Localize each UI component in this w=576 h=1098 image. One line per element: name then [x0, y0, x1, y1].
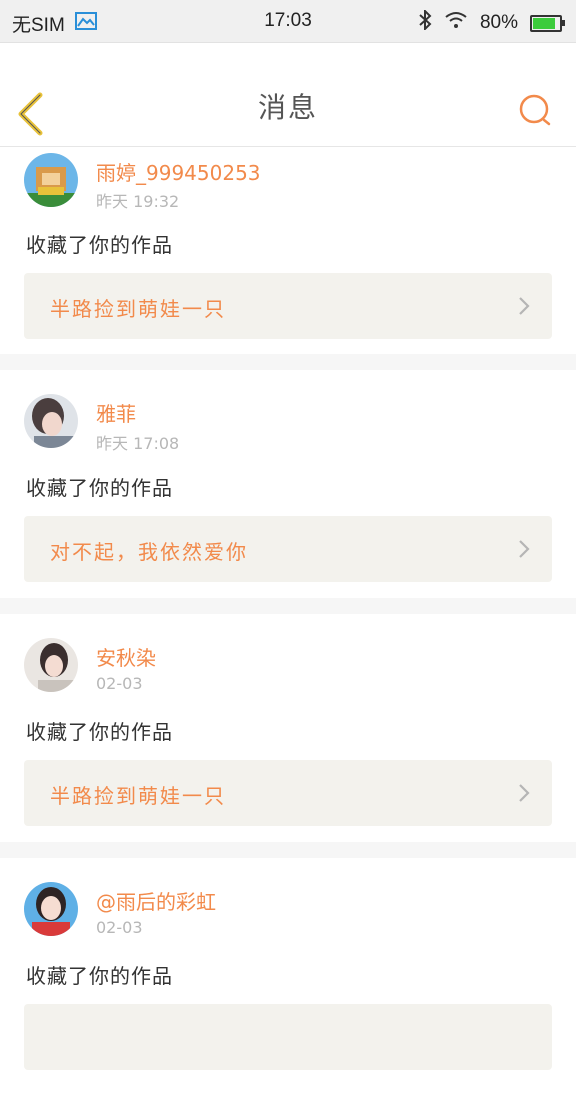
- timestamp: 昨天 17:08: [96, 434, 180, 453]
- message-card: 安秋染 02-03 收藏了你的作品 半路捡到萌娃一只: [0, 614, 576, 842]
- username[interactable]: @雨后的彩虹: [96, 886, 216, 915]
- work-link[interactable]: 对不起，我依然爱你: [24, 516, 552, 582]
- search-button[interactable]: [518, 93, 554, 129]
- battery-icon: [530, 14, 565, 32]
- work-link[interactable]: 半路捡到萌娃一只: [24, 273, 552, 339]
- bluetooth-icon: [418, 8, 432, 36]
- chevron-right-icon: [519, 297, 530, 315]
- work-title: 半路捡到萌娃一只: [50, 297, 226, 321]
- search-icon: [519, 94, 551, 126]
- action-text: 收藏了你的作品: [26, 720, 173, 744]
- timestamp: 昨天 19:32: [96, 192, 180, 211]
- avatar[interactable]: [24, 394, 78, 448]
- work-title: 半路捡到萌娃一只: [50, 784, 226, 808]
- wifi-icon: [444, 11, 468, 35]
- message-card: 雨婷_999450253 昨天 19:32 收藏了你的作品 半路捡到萌娃一只: [0, 147, 576, 354]
- timestamp: 02-03: [96, 674, 143, 693]
- avatar[interactable]: [24, 638, 78, 692]
- battery-percent: 80%: [479, 12, 518, 33]
- action-text: 收藏了你的作品: [26, 964, 173, 988]
- action-text: 收藏了你的作品: [26, 476, 173, 500]
- avatar[interactable]: [24, 882, 78, 936]
- chevron-right-icon: [519, 540, 530, 558]
- username[interactable]: 安秋染: [96, 642, 156, 671]
- nav-header: 消息: [0, 43, 576, 147]
- message-card: @雨后的彩虹 02-03 收藏了你的作品: [0, 858, 576, 1098]
- message-list: 雨婷_999450253 昨天 19:32 收藏了你的作品 半路捡到萌娃一只 雅…: [0, 147, 576, 1098]
- username[interactable]: 雨婷_999450253: [96, 157, 261, 186]
- action-text: 收藏了你的作品: [26, 233, 173, 257]
- username[interactable]: 雅菲: [96, 398, 136, 427]
- timestamp: 02-03: [96, 918, 143, 937]
- work-link[interactable]: 半路捡到萌娃一只: [24, 760, 552, 826]
- work-link[interactable]: [24, 1004, 552, 1070]
- page-title: 消息: [257, 91, 318, 124]
- message-card: 雅菲 昨天 17:08 收藏了你的作品 对不起，我依然爱你: [0, 370, 576, 598]
- chevron-right-icon: [519, 784, 530, 802]
- work-title: 对不起，我依然爱你: [50, 540, 248, 564]
- avatar[interactable]: [24, 153, 78, 207]
- status-bar: 无SIM 17:03 80%: [0, 0, 576, 43]
